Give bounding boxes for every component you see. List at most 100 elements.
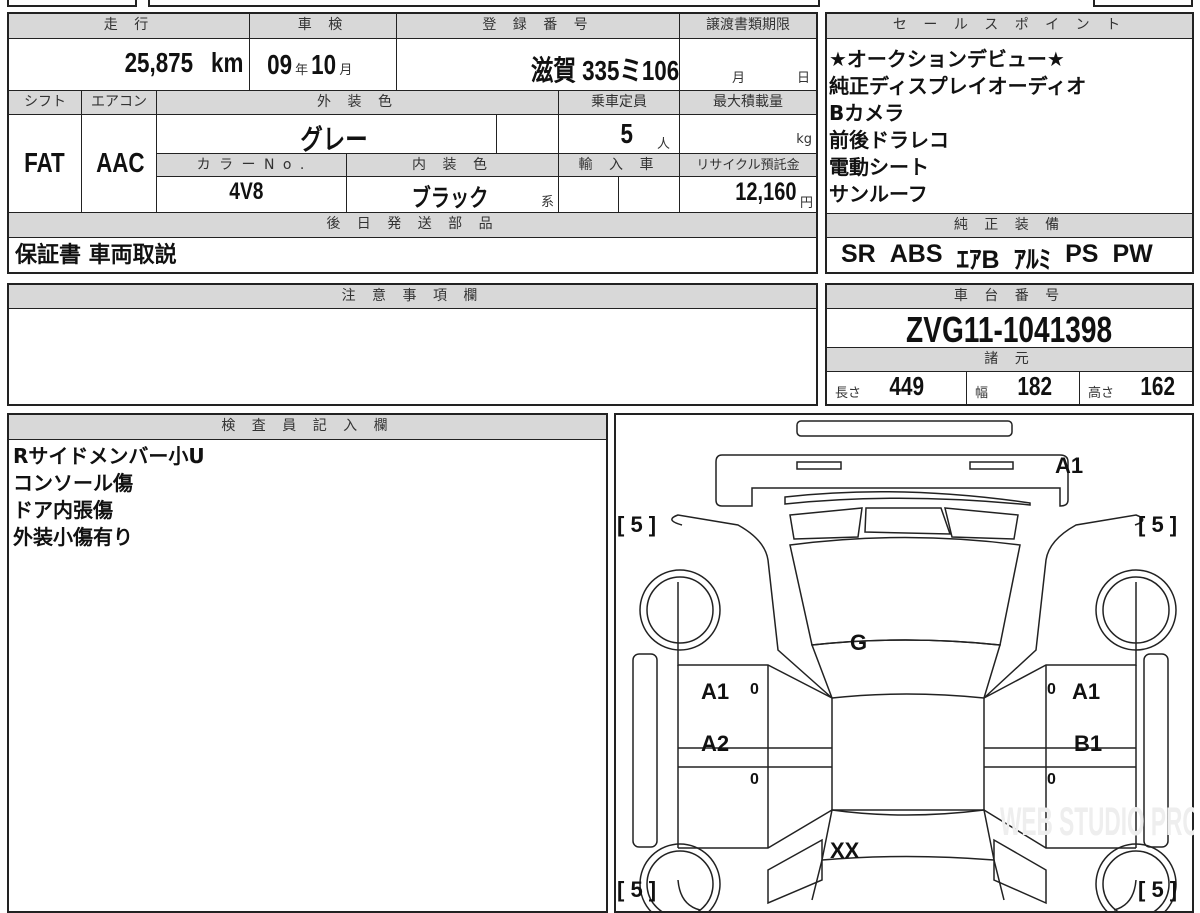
length-label: 長さ [835, 386, 862, 401]
transfer-month: 月 [732, 71, 746, 86]
sales-point: 電動シート [829, 155, 929, 179]
exterior-cell: グレー [157, 115, 497, 155]
spec-header: 諸 元 [827, 347, 1192, 372]
mileage-unit: km [210, 47, 243, 78]
inspector-notes: Rサイドメンバー小U コンソール傷 ドア内張傷 外装小傷有り [13, 443, 205, 551]
capacity-header: 乗車定員 [559, 91, 680, 115]
interior-suffix: 系 [540, 195, 554, 210]
max-load-header: 最大積載量 [680, 91, 816, 115]
equipment-item: ｱﾙﾐ [1013, 246, 1052, 274]
height-label: 高さ [1088, 386, 1115, 401]
inspection-year: 09 [267, 49, 293, 80]
height-value: 162 [1140, 371, 1176, 401]
tire-rr-mark: [ 5 ] [1138, 877, 1177, 902]
notes-box: 注 意 事 項 欄 [7, 283, 818, 406]
inspector-box: 検 査 員 記 入 欄 Rサイドメンバー小U コンソール傷 ドア内張傷 外装小傷… [7, 413, 608, 913]
recycle-value: 12,160 [734, 178, 796, 206]
ac-header: エアコン [82, 91, 157, 115]
sales-point: Bカメラ [829, 101, 905, 125]
equipment-item: ｴｱB [956, 246, 1000, 274]
shift-cell: FAT [9, 115, 82, 213]
inspector-line: Rサイドメンバー小U [13, 444, 205, 468]
import-header: 輸 入 車 [559, 154, 680, 177]
inspector-line: 外装小傷有り [13, 525, 133, 549]
inspection-month: 10 [311, 49, 337, 80]
chassis-header: 車 台 番 号 [827, 285, 1192, 309]
front-bumper-mark: A1 [1055, 453, 1083, 478]
watermark: WEB STUDIO PRO [1000, 800, 1194, 844]
shift-value: FAT [24, 147, 65, 178]
windshield-mark: G [850, 630, 867, 655]
tire-rl-mark: [ 5 ] [617, 877, 656, 902]
transfer-cell: 月 日 [680, 39, 816, 91]
chassis-cell: ZVG11-1041398 [827, 309, 1192, 350]
later-parts-value: 保証書 車両取説 [15, 243, 177, 268]
length-cell: 長さ 449 [827, 371, 967, 404]
zero-mark-lf: 0 [750, 681, 759, 698]
year-unit: 年 [295, 63, 309, 78]
equipment-item: PS [1065, 240, 1099, 268]
color-no-value: 4V8 [229, 178, 264, 205]
capacity-value: 5 [620, 118, 634, 149]
max-load-unit: kg [796, 132, 812, 147]
right-front-door-mark: A1 [1072, 679, 1100, 704]
transfer-day: 日 [796, 71, 810, 86]
zero-mark-rf: 0 [1047, 681, 1056, 698]
equipment-item: PW [1112, 240, 1153, 268]
left-front-door-mark: A1 [701, 679, 729, 704]
transfer-header: 譲渡書類期限 [680, 14, 816, 39]
tire-fl-mark: [ 5 ] [617, 512, 656, 537]
width-label: 幅 [975, 386, 989, 401]
rear-mark: XX [830, 838, 860, 863]
notes-header: 注 意 事 項 欄 [9, 285, 816, 309]
import-cell-a [559, 177, 619, 213]
length-value: 449 [889, 371, 925, 401]
sales-point: 純正ディスプレイオーディオ [829, 74, 1087, 98]
capacity-cell: 5人 [559, 115, 680, 154]
inspection-cell: 09 年 10 月 [250, 39, 397, 91]
mileage-header: 走 行 [9, 14, 250, 39]
inspector-line: ドア内張傷 [13, 498, 113, 522]
exterior-header: 外 装 色 [157, 91, 559, 115]
interior-cell: ブラック 系 [347, 177, 559, 213]
registration-header: 登 録 番 号 [397, 14, 680, 39]
width-cell: 幅 182 [967, 371, 1080, 404]
sales-point: 前後ドラレコ [829, 128, 949, 152]
mileage-cell: 25,875 km [9, 39, 250, 91]
interior-value: ブラック [411, 185, 489, 212]
color-no-cell: 4V8 [157, 177, 347, 213]
ac-value: AAC [96, 147, 145, 178]
sales-point: サンルーフ [829, 182, 928, 206]
registration-value: 滋賀 335ミ106 [530, 55, 679, 86]
zero-mark-rr: 0 [1047, 771, 1056, 788]
month-unit: 月 [339, 63, 353, 78]
mileage-value: 25,875 [124, 47, 193, 78]
left-rear-door-mark: A2 [701, 731, 729, 756]
inspector-line: コンソール傷 [13, 471, 133, 495]
recycle-unit: 円 [799, 196, 813, 211]
zero-mark-lr: 0 [750, 771, 759, 788]
sales-point: ★オークションデビュー★ [829, 47, 1065, 71]
shift-header: シフト [9, 91, 82, 115]
recycle-header: リサイクル預託金 [680, 154, 816, 177]
exterior-extra-cell [497, 115, 559, 154]
right-rear-door-mark: B1 [1074, 731, 1102, 756]
equipment-list: SR ABS ｴｱB ｱﾙﾐ PS PW [841, 240, 1153, 276]
exterior-value: グレー [300, 124, 368, 155]
width-value: 182 [1017, 371, 1053, 401]
height-cell: 高さ 162 [1080, 371, 1192, 404]
chassis-box: 車 台 番 号 ZVG11-1041398 諸 元 長さ 449 幅 182 高さ 1… [825, 283, 1194, 406]
sales-points-list: ★オークションデビュー★ 純正ディスプレイオーディオ Bカメラ 前後ドラレコ 電… [829, 46, 1086, 208]
sales-points-header: セ ー ル ス ポ イ ン ト [827, 14, 1192, 39]
vehicle-info-table: 走 行 車 検 登 録 番 号 譲渡書類期限 25,875 km 09 年 10 月 … [7, 12, 818, 274]
equipment-item: SR [841, 240, 876, 268]
chassis-number: ZVG11-1041398 [906, 309, 1113, 350]
ac-cell: AAC [82, 115, 157, 213]
damage-diagram: WEB STUDIO PRO A1 [ 5 ] [ 5 ] [ 5 ] [ 5 … [614, 413, 1194, 913]
capacity-unit: 人 [657, 137, 671, 152]
tire-fr-mark: [ 5 ] [1138, 512, 1177, 537]
recycle-cell: 12,160 円 [680, 177, 816, 213]
later-parts-header: 後 日 発 送 部 品 [9, 213, 816, 238]
max-load-cell: kg [680, 115, 816, 154]
registration-cell: 滋賀 335ミ106 [397, 39, 680, 91]
